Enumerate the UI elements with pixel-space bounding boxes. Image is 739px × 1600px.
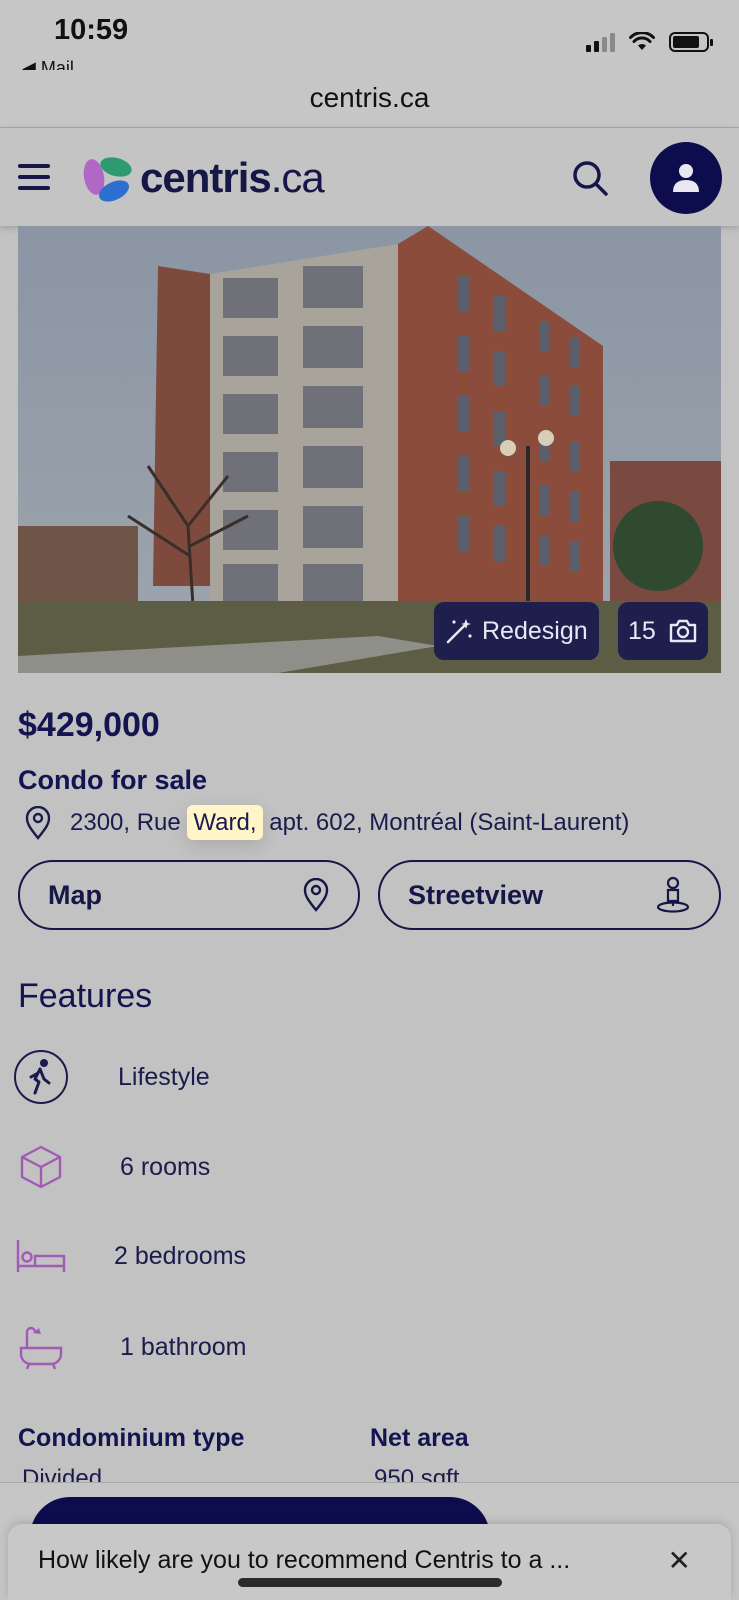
location-pin-icon (303, 878, 329, 912)
address-row: 2300, Rue Ward, apt. 602, Montréal (Sain… (24, 805, 629, 840)
battery-icon (669, 32, 713, 52)
status-time: 10:59 (54, 14, 129, 46)
location-pin-icon (25, 806, 51, 840)
search-icon[interactable] (570, 158, 610, 198)
status-icons (586, 32, 713, 52)
centris-logo[interactable]: centris.ca (82, 148, 325, 208)
listing-price: $429,000 (18, 706, 160, 744)
logo-text: centris.ca (140, 154, 325, 201)
feature-label: Lifestyle (118, 1062, 210, 1091)
feature-bathrooms: 1 bathroom (12, 1318, 246, 1376)
features-title: Features (18, 977, 153, 1015)
magic-wand-icon (446, 619, 472, 644)
feature-label: 2 bedrooms (114, 1241, 247, 1270)
camera-icon (669, 619, 697, 643)
streetview-person-icon (656, 876, 690, 913)
status-bar: 10:59 ◀ Mail (0, 0, 739, 80)
url-text: centris.ca (309, 82, 430, 113)
photo-gallery-button[interactable]: 15 (618, 602, 708, 660)
feature-label: 6 rooms (120, 1152, 211, 1181)
survey-text: How likely are you to recommend Centris … (38, 1546, 571, 1574)
listing-photo[interactable]: Redesign 15 (18, 226, 721, 673)
user-icon (673, 164, 699, 192)
account-button[interactable] (650, 142, 722, 214)
redesign-label: Redesign (482, 616, 588, 645)
feature-lifestyle: Lifestyle (12, 1048, 210, 1106)
net-area-label: Net area (370, 1424, 469, 1452)
address-highlight: Ward, (187, 805, 263, 840)
listing-address: 2300, Rue Ward, apt. 602, Montréal (Sain… (70, 805, 629, 840)
centris-leaf-logo-icon (83, 157, 132, 202)
streetview-button[interactable]: Streetview (378, 860, 721, 930)
survey-banner[interactable]: How likely are you to recommend Centris … (8, 1524, 731, 1600)
url-bar[interactable]: centris.ca (0, 70, 739, 128)
photo-count: 15 (628, 616, 656, 645)
hamburger-menu-icon[interactable] (18, 164, 50, 190)
home-indicator[interactable] (238, 1578, 502, 1587)
building-image (18, 226, 721, 673)
close-icon[interactable]: ✕ (668, 1544, 691, 1577)
walking-person-icon (12, 1048, 70, 1106)
condo-type-label: Condominium type (18, 1424, 245, 1452)
streetview-label: Streetview (408, 879, 544, 910)
redesign-button[interactable]: Redesign (434, 602, 599, 660)
bed-icon (12, 1227, 70, 1285)
bathtub-icon (12, 1318, 70, 1376)
feature-rooms: 6 rooms (12, 1138, 210, 1196)
site-header: centris.ca (0, 128, 739, 226)
map-label: Map (48, 879, 102, 910)
map-button[interactable]: Map (18, 860, 360, 930)
property-type: Condo for sale (18, 765, 208, 795)
cellular-signal-icon (586, 33, 615, 52)
wifi-icon (629, 32, 655, 50)
feature-label: 1 bathroom (120, 1332, 247, 1361)
feature-bedrooms: 2 bedrooms (12, 1227, 246, 1285)
cube-icon (12, 1138, 70, 1196)
